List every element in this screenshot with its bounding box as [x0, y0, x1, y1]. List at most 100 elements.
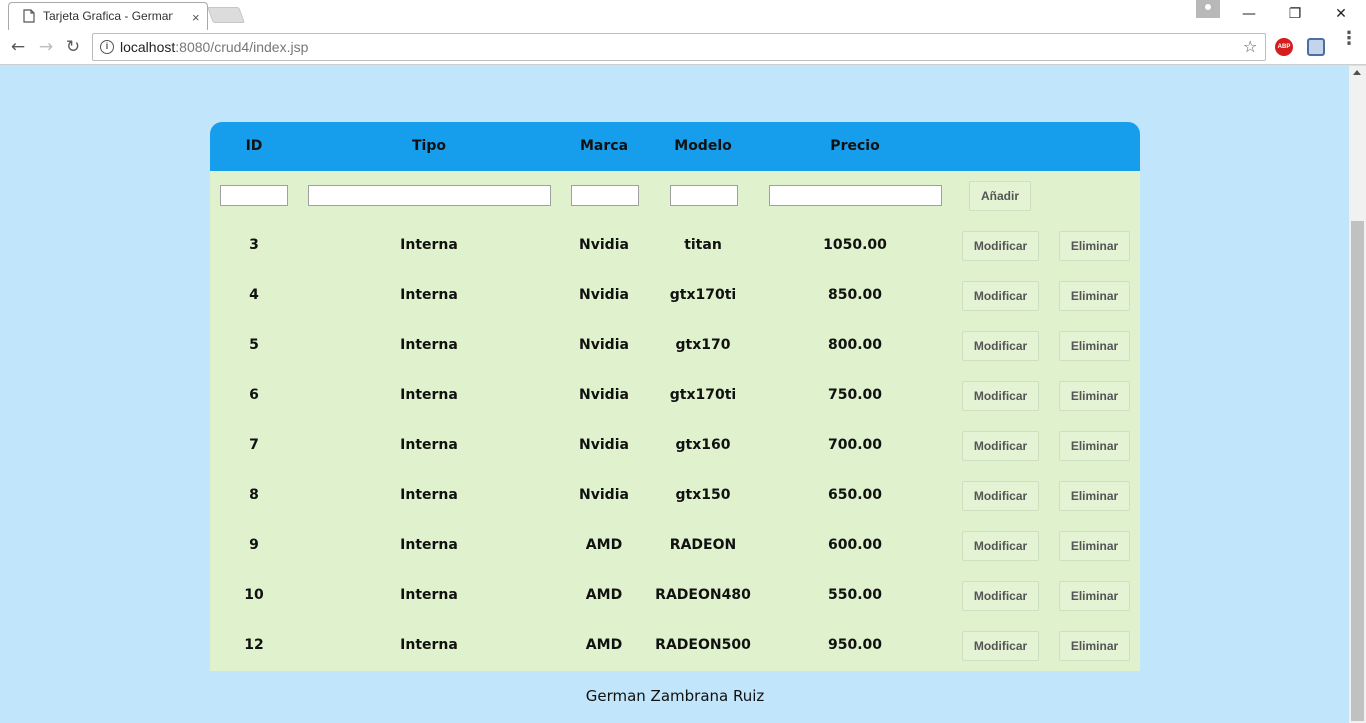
header-marca: Marca [579, 138, 629, 154]
cell-modelo: RADEON500 [655, 637, 751, 653]
tipo-input[interactable] [308, 185, 551, 206]
delete-button[interactable]: Eliminar [1059, 281, 1130, 311]
id-input[interactable] [220, 185, 288, 206]
cell-precio: 950.00 [827, 637, 883, 653]
table-row: 3 Interna Nvidia titan 1050.00 Modificar Elimi… [210, 221, 1140, 271]
cell-tipo: Interna [400, 487, 458, 503]
header-id: ID [245, 138, 263, 154]
add-button[interactable]: Añadir [969, 181, 1031, 211]
url-host: localhost [120, 39, 176, 55]
cell-modelo: gtx160 [675, 437, 731, 453]
cell-tipo: Interna [400, 637, 458, 653]
back-arrow-icon[interactable]: ← [8, 37, 28, 57]
table-row: 6 Interna Nvidia gtx170ti 750.00 Modificar Eli… [210, 371, 1140, 421]
modify-button[interactable]: Modificar [962, 631, 1039, 661]
cell-precio: 1050.00 [823, 237, 887, 253]
header-precio: Precio [830, 138, 880, 154]
precio-input[interactable] [769, 185, 942, 206]
cell-id: 10 [244, 587, 264, 603]
cell-id: 6 [249, 387, 259, 403]
modify-button[interactable]: Modificar [962, 381, 1039, 411]
header-tipo: Tipo [412, 138, 446, 154]
cell-tipo: Interna [400, 237, 458, 253]
extension-icon[interactable] [1307, 38, 1325, 56]
delete-button[interactable]: Eliminar [1059, 581, 1130, 611]
modify-button[interactable]: Modificar [962, 331, 1039, 361]
cell-modelo: gtx170 [675, 337, 731, 353]
cell-precio: 750.00 [827, 387, 883, 403]
cell-modelo: gtx150 [675, 487, 731, 503]
scroll-up-arrow-icon[interactable] [1353, 70, 1361, 75]
cell-id: 9 [249, 537, 259, 553]
delete-button[interactable]: Eliminar [1059, 331, 1130, 361]
reload-icon[interactable]: ↻ [63, 37, 83, 57]
footer-author: German Zambrana Ruiz [585, 687, 765, 705]
tab-title: Tarjeta Grafica - German [43, 9, 173, 23]
cell-tipo: Interna [400, 337, 458, 353]
modify-button[interactable]: Modificar [962, 581, 1039, 611]
cell-marca: Nvidia [579, 237, 629, 253]
tab-close-icon[interactable]: × [192, 10, 200, 25]
delete-button[interactable]: Eliminar [1059, 431, 1130, 461]
page-scrollbar[interactable] [1349, 66, 1366, 723]
modify-button[interactable]: Modificar [962, 431, 1039, 461]
table-row: 10 Interna AMD RADEON480 550.00 Modificar Elim… [210, 571, 1140, 621]
delete-button[interactable]: Eliminar [1059, 631, 1130, 661]
cell-tipo: Interna [400, 387, 458, 403]
cell-tipo: Interna [400, 287, 458, 303]
address-bar[interactable]: i localhost:8080/crud4/index.jsp ☆ [92, 33, 1266, 61]
new-tab-button[interactable] [207, 7, 245, 23]
profile-icon[interactable] [1196, 0, 1220, 18]
table-row: 8 Interna Nvidia gtx150 650.00 Modificar Elimi… [210, 471, 1140, 521]
delete-button[interactable]: Eliminar [1059, 231, 1130, 261]
cell-id: 5 [249, 337, 259, 353]
cell-precio: 850.00 [827, 287, 883, 303]
cell-precio: 600.00 [827, 537, 883, 553]
url-text[interactable]: localhost:8080/crud4/index.jsp [120, 39, 308, 55]
minimize-icon[interactable]: — [1226, 4, 1272, 24]
table-row: 12 Interna AMD RADEON500 950.00 Modificar Elim… [210, 621, 1140, 671]
browser-tab[interactable]: Tarjeta Grafica - German × [8, 2, 208, 30]
cell-id: 8 [249, 487, 259, 503]
scroll-thumb[interactable] [1351, 221, 1364, 721]
browser-titlebar: Tarjeta Grafica - German × — ❐ ✕ [0, 0, 1366, 30]
cell-marca: Nvidia [579, 487, 629, 503]
modify-button[interactable]: Modificar [962, 231, 1039, 261]
marca-input[interactable] [571, 185, 639, 206]
cell-marca: Nvidia [579, 387, 629, 403]
cell-id: 7 [249, 437, 259, 453]
cell-marca: Nvidia [579, 437, 629, 453]
table-row: 9 Interna AMD RADEON 600.00 Modificar Eliminar [210, 521, 1140, 571]
info-icon[interactable]: i [100, 40, 114, 54]
cell-marca: Nvidia [579, 287, 629, 303]
cell-marca: AMD [585, 587, 623, 603]
forward-arrow-icon[interactable]: → [36, 37, 56, 57]
adblock-icon[interactable]: ABP [1275, 38, 1293, 56]
table-row: 4 Interna Nvidia gtx170ti 850.00 Modificar Eli… [210, 271, 1140, 321]
cell-marca: Nvidia [579, 337, 629, 353]
cell-modelo: RADEON [669, 537, 737, 553]
close-window-icon[interactable]: ✕ [1318, 4, 1364, 24]
modify-button[interactable]: Modificar [962, 481, 1039, 511]
bookmark-star-icon[interactable]: ☆ [1243, 37, 1257, 56]
cell-tipo: Interna [400, 587, 458, 603]
cell-precio: 650.00 [827, 487, 883, 503]
browser-menu-icon[interactable]: ⋮ [1340, 30, 1358, 48]
cell-modelo: gtx170ti [669, 287, 737, 303]
cell-precio: 800.00 [827, 337, 883, 353]
cell-id: 12 [244, 637, 264, 653]
table-row: 7 Interna Nvidia gtx160 700.00 Modificar Elimi… [210, 421, 1140, 471]
table-row: 5 Interna Nvidia gtx170 800.00 Modificar Elimi… [210, 321, 1140, 371]
cell-marca: AMD [585, 537, 623, 553]
page-icon [23, 9, 35, 23]
modify-button[interactable]: Modificar [962, 281, 1039, 311]
delete-button[interactable]: Eliminar [1059, 481, 1130, 511]
modelo-input[interactable] [670, 185, 738, 206]
delete-button[interactable]: Eliminar [1059, 531, 1130, 561]
restore-icon[interactable]: ❐ [1272, 4, 1318, 24]
browser-toolbar: ← → ↻ i localhost:8080/crud4/index.jsp ☆… [0, 30, 1366, 65]
modify-button[interactable]: Modificar [962, 531, 1039, 561]
graphics-cards-table: ID Tipo Marca Modelo Precio Añadir 3 Inte… [210, 122, 1140, 671]
cell-id: 3 [249, 237, 259, 253]
delete-button[interactable]: Eliminar [1059, 381, 1130, 411]
